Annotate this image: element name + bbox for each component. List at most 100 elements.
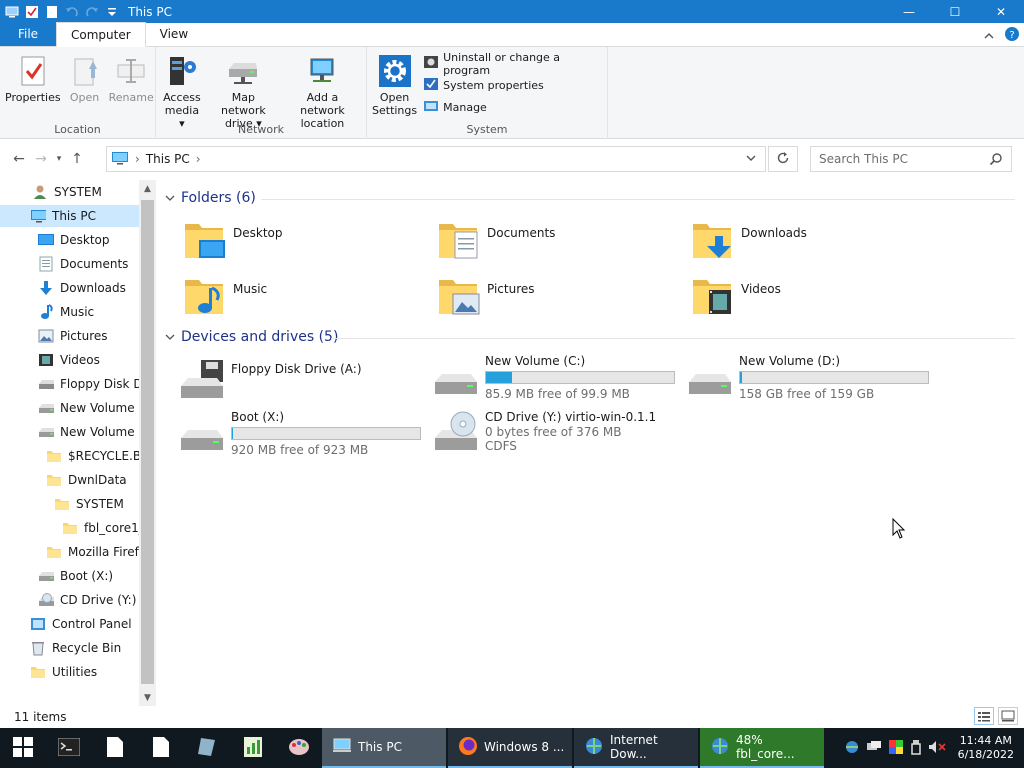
- undo-icon[interactable]: [64, 4, 80, 20]
- ribbon-group-network: Access media ▾ Map network drive ▾ Add a…: [156, 47, 367, 139]
- pinned-tool[interactable]: [184, 728, 230, 768]
- drive-tile[interactable]: New Volume (C:) 85.9 MB free of 99.9 MB: [433, 354, 675, 401]
- start-button[interactable]: [0, 728, 46, 768]
- uninstall-program-button[interactable]: Uninstall or change a program: [423, 51, 604, 77]
- sidebar-item[interactable]: SYSTEM: [0, 181, 140, 203]
- pinned-notepad-1[interactable]: [92, 728, 138, 768]
- expand-ribbon-icon[interactable]: [984, 29, 994, 43]
- sidebar-item[interactable]: This PC: [0, 205, 140, 227]
- folder-icon: [62, 521, 78, 535]
- clock[interactable]: 11:44 AM 6/18/2022: [958, 734, 1014, 762]
- manage-button[interactable]: Manage: [423, 98, 604, 117]
- properties-button[interactable]: Properties: [3, 51, 63, 106]
- taskbar-this-pc[interactable]: This PC: [322, 728, 446, 768]
- sidebar-item[interactable]: DwnlData: [0, 469, 140, 491]
- taskbar-firefox[interactable]: Windows 8 ...: [448, 728, 572, 768]
- close-button[interactable]: ✕: [978, 0, 1024, 23]
- navigation-pane-scrollbar[interactable]: ▲ ▼: [139, 180, 156, 706]
- scrollbar-thumb[interactable]: [141, 200, 154, 684]
- drive-tile[interactable]: New Volume (D:) 158 GB free of 159 GB: [687, 354, 929, 401]
- volume-muted-icon[interactable]: [928, 739, 946, 758]
- add-network-location-button[interactable]: Add a network location: [282, 51, 363, 132]
- maximize-button[interactable]: ☐: [932, 0, 978, 23]
- drive-tile[interactable]: Floppy Disk Drive (A:): [179, 358, 362, 405]
- large-icons-view-icon[interactable]: [998, 707, 1018, 725]
- tab-computer[interactable]: Computer: [56, 22, 146, 47]
- system-properties-button[interactable]: System properties: [423, 76, 604, 95]
- scroll-up-icon[interactable]: ▲: [139, 180, 156, 197]
- network-tray-icon[interactable]: [866, 739, 882, 758]
- folder-tile-desktop[interactable]: Desktop: [183, 218, 283, 265]
- tab-file[interactable]: File: [0, 22, 56, 46]
- sidebar-item[interactable]: New Volume (D: [0, 421, 140, 443]
- folder-tile-downloads[interactable]: Downloads: [691, 218, 807, 265]
- sidebar-item[interactable]: Floppy Disk Dri: [0, 373, 140, 395]
- sidebar-item[interactable]: SYSTEM: [0, 493, 140, 515]
- sidebar-item[interactable]: Mozilla Firefo: [0, 541, 140, 563]
- details-view-icon[interactable]: [974, 707, 994, 725]
- sidebar-item[interactable]: New Volume (C: [0, 397, 140, 419]
- recent-locations-icon[interactable]: ▾: [52, 148, 66, 170]
- color-tray-icon[interactable]: [888, 739, 904, 758]
- scroll-down-icon[interactable]: ▼: [139, 689, 156, 706]
- help-icon[interactable]: ?: [1004, 26, 1020, 45]
- minimize-button[interactable]: —: [886, 0, 932, 23]
- map-network-drive-button[interactable]: Map network drive ▾: [207, 51, 280, 132]
- usb-device-icon[interactable]: [910, 739, 922, 758]
- sidebar-item[interactable]: Music: [0, 301, 140, 323]
- new-folder-icon[interactable]: [44, 4, 60, 20]
- properties-check-icon[interactable]: [24, 4, 40, 20]
- collapse-chevron-icon[interactable]: [165, 329, 175, 345]
- sidebar-item[interactable]: Recycle Bin: [0, 637, 140, 659]
- sidebar-item[interactable]: Downloads: [0, 277, 140, 299]
- tab-view[interactable]: View: [146, 22, 202, 46]
- up-arrow-icon[interactable]: ↑: [66, 148, 88, 170]
- breadcrumb-chevron-icon[interactable]: ›: [196, 152, 201, 166]
- folder-tile-videos[interactable]: Videos: [691, 274, 781, 321]
- pinned-notepad-2[interactable]: [138, 728, 184, 768]
- back-arrow-icon[interactable]: ←: [8, 148, 30, 170]
- access-media-button[interactable]: Access media ▾: [159, 51, 205, 132]
- sidebar-item[interactable]: fbl_core1_: [0, 517, 140, 539]
- address-dropdown-icon[interactable]: [745, 152, 757, 167]
- refresh-button[interactable]: [768, 146, 798, 172]
- pinned-paint[interactable]: [276, 728, 322, 768]
- sidebar-item-label: Boot (X:): [60, 569, 114, 583]
- taskbar-internet-download-manager[interactable]: Internet Dow...: [574, 728, 698, 768]
- forward-arrow-icon[interactable]: →: [30, 148, 52, 170]
- drive-tile[interactable]: CD Drive (Y:) virtio-win-0.1.1 0 bytes fr…: [433, 410, 656, 457]
- idm-tray-icon[interactable]: [844, 739, 860, 758]
- sidebar-item-label: Pictures: [60, 329, 108, 343]
- sidebar-item[interactable]: $RECYCLE.BIN: [0, 445, 140, 467]
- sidebar-item[interactable]: Boot (X:): [0, 565, 140, 587]
- address-bar[interactable]: › This PC ›: [106, 146, 766, 172]
- sidebar-item[interactable]: Pictures: [0, 325, 140, 347]
- folder-tile-pictures[interactable]: Pictures: [437, 274, 535, 321]
- redo-icon[interactable]: [84, 4, 100, 20]
- sidebar-item[interactable]: Desktop: [0, 229, 140, 251]
- sidebar-item[interactable]: CD Drive (Y:) vi: [0, 589, 140, 611]
- sidebar-item[interactable]: Utilities: [0, 661, 140, 683]
- folder-tile-documents[interactable]: Documents: [437, 218, 555, 265]
- rename-button[interactable]: Rename: [107, 51, 156, 106]
- collapse-chevron-icon[interactable]: [165, 190, 175, 206]
- sidebar-item[interactable]: Control Panel: [0, 613, 140, 635]
- sidebar-item[interactable]: Documents: [0, 253, 140, 275]
- sidebar-item[interactable]: Videos: [0, 349, 140, 371]
- drive-tile[interactable]: Boot (X:) 920 MB free of 923 MB: [179, 410, 421, 457]
- breadcrumb-this-pc[interactable]: This PC: [146, 152, 190, 166]
- drive-usage-bar: [231, 427, 421, 440]
- taskbar-download-progress[interactable]: 48% fbl_core...: [700, 728, 824, 768]
- window-icon[interactable]: [4, 4, 20, 20]
- drives-section-header[interactable]: Devices and drives (5): [165, 329, 1015, 345]
- folders-section-header[interactable]: Folders (6): [165, 190, 1015, 206]
- folder-tile-music[interactable]: Music: [183, 274, 267, 321]
- pinned-cmd[interactable]: [46, 728, 92, 768]
- pinned-editor[interactable]: [230, 728, 276, 768]
- control-panel-icon: [30, 617, 46, 631]
- search-box[interactable]: Search This PC: [810, 146, 1012, 172]
- search-input[interactable]: Search This PC: [819, 152, 908, 166]
- open-button[interactable]: Open: [65, 51, 105, 106]
- search-icon[interactable]: [989, 152, 1003, 169]
- customize-qat-icon[interactable]: [104, 4, 120, 20]
